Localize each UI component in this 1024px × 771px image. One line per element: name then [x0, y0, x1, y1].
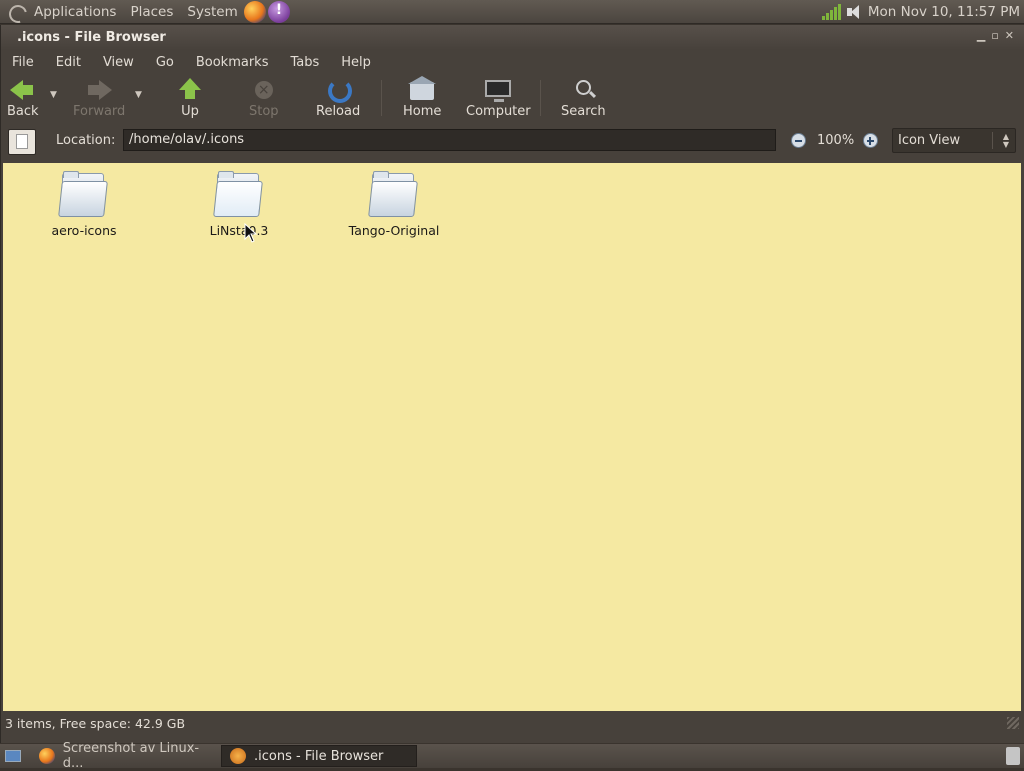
reload-icon: [325, 78, 353, 103]
show-desktop-icon[interactable]: [5, 750, 21, 762]
updown-chevron-icon: ▲ ▼: [1002, 132, 1009, 149]
search-label: Search: [561, 104, 606, 119]
file-browser-window: .icons - File Browser ▁ ▫ ✕ File Edit Vi…: [0, 25, 1024, 743]
home-label: Home: [403, 104, 442, 119]
toolbar-separator: [381, 80, 382, 116]
menu-file[interactable]: File: [12, 55, 34, 70]
computer-icon: [485, 78, 512, 102]
computer-button[interactable]: Computer: [466, 74, 531, 119]
status-text: 3 items, Free space: 42.9 GB: [5, 716, 186, 731]
task-label: Screenshot av Linux-d...: [62, 741, 200, 771]
view-mode-value: Icon View: [898, 133, 961, 148]
menu-tabs[interactable]: Tabs: [290, 55, 319, 70]
top-panel: Applications Places System Mon Nov 10, 1…: [0, 0, 1024, 24]
firefox-launcher-icon[interactable]: [243, 0, 266, 23]
location-input[interactable]: /home/olav/.icons: [123, 129, 776, 151]
window-title: .icons - File Browser: [17, 30, 166, 45]
back-button[interactable]: Back: [7, 74, 39, 119]
back-label: Back: [7, 104, 39, 119]
zoom-level[interactable]: 100%: [817, 133, 854, 148]
search-button[interactable]: Search: [561, 74, 606, 119]
stop-label: Stop: [249, 104, 279, 119]
reload-button[interactable]: Reload: [316, 74, 360, 119]
close-icon[interactable]: ✕: [1005, 29, 1014, 42]
folder-item[interactable]: Tango-Original: [339, 171, 449, 238]
places-menu[interactable]: Places: [130, 4, 173, 20]
taskbar-item-firefox[interactable]: Screenshot av Linux-d...: [31, 741, 217, 771]
stop-icon: ×: [251, 78, 277, 102]
menu-bookmarks[interactable]: Bookmarks: [196, 55, 269, 70]
window-controls: ▁ ▫ ✕: [977, 29, 1014, 42]
task-label: .icons - File Browser: [254, 748, 384, 764]
wifi-icon[interactable]: [821, 4, 842, 20]
maximize-icon[interactable]: ▫: [991, 29, 998, 42]
folder-item[interactable]: aero-icons: [29, 171, 139, 238]
folder-label: aero-icons: [51, 223, 117, 238]
stop-button[interactable]: × Stop: [249, 74, 279, 119]
home-icon: [408, 76, 437, 102]
resize-grip-icon[interactable]: [1007, 717, 1019, 729]
back-history-chevron-icon[interactable]: ▼: [50, 90, 57, 100]
applications-menu[interactable]: Applications: [34, 4, 116, 20]
menu-edit[interactable]: Edit: [56, 55, 81, 70]
forward-history-chevron-icon[interactable]: ▼: [135, 90, 142, 100]
menu-go[interactable]: Go: [156, 55, 174, 70]
forward-arrow-icon: [86, 78, 113, 102]
view-mode-select[interactable]: Icon View ▲ ▼: [892, 128, 1016, 153]
folder-icon: [213, 171, 263, 217]
firefox-icon: [39, 748, 55, 764]
file-view-area[interactable]: aero-icons LiNsta0.3 Tango-Original: [3, 163, 1021, 711]
folder-icon: [58, 171, 108, 217]
statusbar: 3 items, Free space: 42.9 GB: [1, 713, 1023, 734]
folder-label: LiNsta0.3: [209, 223, 269, 238]
folder-label: Tango-Original: [348, 223, 440, 238]
menubar: File Edit View Go Bookmarks Tabs Help: [1, 50, 1024, 74]
folder-icon: [368, 171, 418, 217]
taskbar-item-file-browser[interactable]: .icons - File Browser: [221, 745, 417, 767]
forward-button[interactable]: Forward: [73, 74, 125, 119]
minimize-icon[interactable]: ▁: [977, 29, 985, 42]
up-arrow-icon: [177, 78, 203, 102]
gnome-logo-icon[interactable]: [6, 3, 28, 21]
pidgin-launcher-icon[interactable]: [267, 0, 290, 23]
home-button[interactable]: Home: [403, 74, 441, 119]
file-browser-icon: [230, 748, 246, 764]
search-icon: [570, 78, 596, 102]
menu-view[interactable]: View: [103, 55, 134, 70]
toolbar-separator: [540, 80, 541, 116]
clock[interactable]: Mon Nov 10, 11:57 PM: [868, 4, 1020, 20]
location-label: Location:: [56, 133, 116, 148]
folder-item[interactable]: LiNsta0.3: [184, 171, 294, 238]
menu-help[interactable]: Help: [341, 55, 371, 70]
computer-label: Computer: [466, 104, 531, 119]
location-bar: Location: /home/olav/.icons 100% Icon Vi…: [1, 124, 1024, 158]
toolbar: Back ▼ Forward ▼ Up × Stop Reload Home C…: [1, 74, 1024, 124]
trash-icon[interactable]: [1006, 747, 1020, 765]
toggle-location-edit-icon[interactable]: [8, 129, 36, 155]
bottom-panel: Screenshot av Linux-d... .icons - File B…: [0, 741, 1024, 771]
forward-label: Forward: [73, 104, 126, 119]
up-label: Up: [181, 104, 199, 119]
volume-icon[interactable]: [846, 4, 864, 20]
up-button[interactable]: Up: [177, 74, 203, 119]
system-menu[interactable]: System: [187, 4, 237, 20]
zoom-in-icon[interactable]: [863, 133, 878, 148]
reload-label: Reload: [316, 104, 361, 119]
zoom-out-icon[interactable]: [791, 133, 806, 148]
back-arrow-icon: [9, 78, 36, 102]
window-titlebar[interactable]: .icons - File Browser ▁ ▫ ✕: [1, 25, 1024, 50]
system-tray: Mon Nov 10, 11:57 PM: [821, 0, 1024, 24]
